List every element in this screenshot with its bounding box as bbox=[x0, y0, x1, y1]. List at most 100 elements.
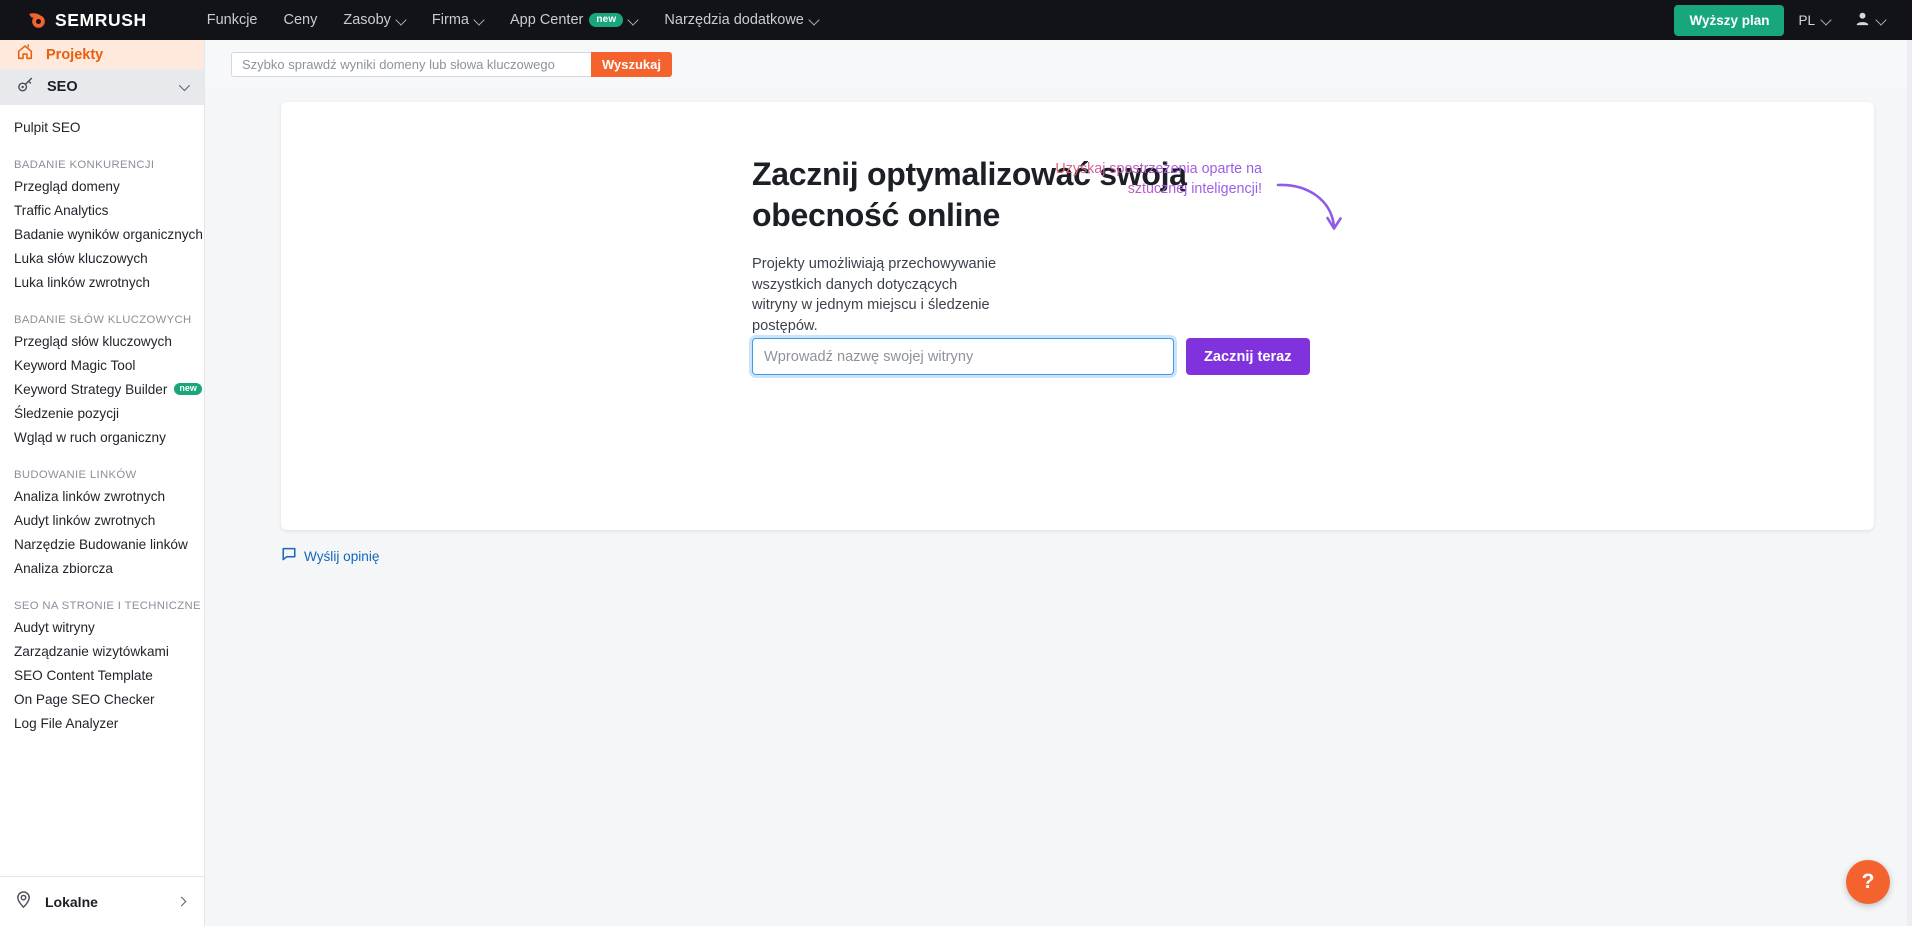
sidebar-item-label: Audyt witryny bbox=[14, 619, 95, 635]
sidebar-item-label: Pulpit SEO bbox=[14, 119, 81, 135]
sidebar-item-analiza-zbiorcza[interactable]: Analiza zbiorcza bbox=[0, 556, 204, 580]
ai-insights-callout: Uzyskaj spostrzeżenia oparte na sztuczne… bbox=[1032, 159, 1262, 200]
sidebar-item-keyword-strategy-builder[interactable]: Keyword Strategy Builder new bbox=[0, 377, 204, 401]
sidebar-item-przeglad-slow-kluczowych[interactable]: Przegląd słów kluczowych bbox=[0, 329, 204, 353]
global-search-bar: Wyszukaj bbox=[205, 40, 1912, 88]
semrush-flame-icon bbox=[26, 9, 48, 31]
sidebar-item-analiza-linkow-zwrotnych[interactable]: Analiza linków zwrotnych bbox=[0, 484, 204, 508]
home-icon bbox=[16, 43, 34, 66]
language-label: PL bbox=[1798, 12, 1815, 28]
nav-item-firma[interactable]: Firma bbox=[419, 0, 497, 40]
sidebar-projects-label: Projekty bbox=[46, 46, 104, 63]
sidebar-item-lokalne[interactable]: Lokalne bbox=[0, 876, 204, 926]
site-name-input[interactable] bbox=[764, 348, 1162, 365]
semrush-logo[interactable]: SEMRUSH bbox=[26, 9, 147, 31]
top-nav-items: Funkcje Ceny Zasoby Firma App Center new… bbox=[194, 0, 832, 40]
scrollbar-track[interactable] bbox=[1907, 40, 1912, 926]
nav-item-ceny[interactable]: Ceny bbox=[271, 0, 331, 40]
sidebar-item-label: Wgląd w ruch organiczny bbox=[14, 429, 166, 445]
sidebar-item-label: SEO Content Template bbox=[14, 667, 153, 683]
sidebar-item-audyt-witryny[interactable]: Audyt witryny bbox=[0, 615, 204, 639]
semrush-logo-text: SEMRUSH bbox=[55, 9, 147, 30]
sidebar-item-pulpit-seo[interactable]: Pulpit SEO bbox=[0, 115, 204, 139]
sidebar-item-keyword-magic-tool[interactable]: Keyword Magic Tool bbox=[0, 353, 204, 377]
top-nav-right-cluster: Wyższy plan PL bbox=[1674, 0, 1894, 40]
sidebar-item-badanie-wynikow-organicznych[interactable]: Badanie wyników organicznych bbox=[0, 222, 204, 246]
upgrade-plan-button[interactable]: Wyższy plan bbox=[1674, 4, 1785, 36]
nav-item-zasoby[interactable]: Zasoby bbox=[330, 0, 419, 40]
nav-item-narzedzia-dodatkowe[interactable]: Narzędzia dodatkowe bbox=[651, 0, 831, 40]
search-input[interactable] bbox=[231, 51, 591, 77]
location-pin-icon bbox=[14, 890, 33, 914]
chevron-down-icon bbox=[397, 16, 406, 25]
site-input-wrapper[interactable] bbox=[752, 338, 1174, 375]
nav-item-label: Zasoby bbox=[343, 12, 391, 28]
sidebar-item-label: Zarządzanie wizytówkami bbox=[14, 643, 169, 659]
nav-item-label: Ceny bbox=[283, 12, 318, 28]
sidebar-item-seo[interactable]: SEO bbox=[0, 69, 204, 105]
sidebar-item-audyt-linkow-zwrotnych[interactable]: Audyt linków zwrotnych bbox=[0, 508, 204, 532]
sidebar-item-label: Keyword Strategy Builder bbox=[14, 381, 168, 397]
chevron-down-icon bbox=[810, 16, 819, 25]
sidebar-item-on-page-seo-checker[interactable]: On Page SEO Checker bbox=[0, 687, 204, 711]
sidebar-item-label: On Page SEO Checker bbox=[14, 691, 155, 707]
sidebar-item-sledzenie-pozycji[interactable]: Śledzenie pozycji bbox=[0, 401, 204, 425]
sidebar-item-label: Badanie wyników organicznych bbox=[14, 226, 203, 242]
hero-section: Zacznij optymalizować swoją obecność onl… bbox=[752, 154, 1432, 337]
sidebar-group-title: BADANIE KONKURENCJI bbox=[14, 159, 155, 171]
sidebar-item-label: Keyword Magic Tool bbox=[14, 357, 136, 373]
sidebar-item-label: Traffic Analytics bbox=[14, 202, 109, 218]
hero-description: Projekty umożliwiają przechowywanie wszy… bbox=[752, 255, 997, 335]
top-navigation-bar: SEMRUSH Funkcje Ceny Zasoby Firma App Ce… bbox=[0, 0, 1912, 40]
user-avatar-icon bbox=[1855, 11, 1870, 30]
nav-item-label: Firma bbox=[431, 12, 469, 28]
chevron-down-icon bbox=[475, 16, 484, 25]
search-button[interactable]: Wyszukaj bbox=[591, 51, 673, 77]
send-feedback-label: Wyślij opinię bbox=[304, 549, 380, 564]
nav-item-funkcje[interactable]: Funkcje bbox=[194, 0, 271, 40]
sidebar-item-label: Log File Analyzer bbox=[14, 715, 119, 731]
sidebar-item-traffic-analytics[interactable]: Traffic Analytics bbox=[0, 198, 204, 222]
sidebar-item-zarzadzanie-wizytowkami[interactable]: Zarządzanie wizytówkami bbox=[0, 639, 204, 663]
language-selector[interactable]: PL bbox=[1784, 13, 1845, 28]
sidebar-item-label: Przegląd domeny bbox=[14, 178, 120, 194]
sidebar-item-przeglad-domeny[interactable]: Przegląd domeny bbox=[0, 174, 204, 198]
sidebar-item-luka-slow-kluczowych[interactable]: Luka słów kluczowych bbox=[0, 246, 204, 270]
left-sidebar: Projekty SEO Pulpit SEO BADANIE KONKUREN… bbox=[0, 40, 205, 926]
sidebar-item-label: Luka słów kluczowych bbox=[14, 250, 148, 266]
site-entry-form: Zacznij teraz bbox=[752, 338, 1310, 375]
nav-item-label: App Center bbox=[509, 12, 584, 28]
sidebar-group-title: BADANIE SŁÓW KLUCZOWYCH bbox=[14, 314, 192, 326]
sidebar-item-label: Narzędzie Budowanie linków bbox=[14, 536, 188, 552]
sidebar-item-projekty[interactable]: Projekty bbox=[0, 40, 204, 69]
nav-item-label: Narzędzia dodatkowe bbox=[664, 12, 804, 28]
sidebar-item-narzedzie-budowanie-linkow[interactable]: Narzędzie Budowanie linków bbox=[0, 532, 204, 556]
search-wrapper: Wyszukaj bbox=[231, 51, 673, 77]
new-badge: new bbox=[174, 382, 202, 396]
sidebar-bottom-label: Lokalne bbox=[45, 893, 98, 910]
curved-arrow-icon bbox=[1275, 178, 1350, 253]
sidebar-item-wglad-w-ruch-organiczny[interactable]: Wgląd w ruch organiczny bbox=[0, 425, 204, 449]
sidebar-item-label: Analiza zbiorcza bbox=[14, 560, 113, 576]
chevron-down-icon bbox=[1877, 16, 1886, 25]
key-icon bbox=[16, 75, 35, 99]
sidebar-group-title: BUDOWANIE LINKÓW bbox=[14, 469, 137, 481]
help-button[interactable]: ? bbox=[1846, 860, 1890, 904]
sidebar-seo-label: SEO bbox=[47, 79, 78, 95]
user-account-menu[interactable] bbox=[1845, 11, 1894, 30]
sidebar-item-label: Przegląd słów kluczowych bbox=[14, 333, 172, 349]
chevron-right-icon[interactable] bbox=[176, 896, 187, 907]
nav-item-app-center[interactable]: App Center new bbox=[497, 0, 651, 40]
send-feedback-link[interactable]: Wyślij opinię bbox=[282, 547, 379, 566]
sidebar-item-label: Audyt linków zwrotnych bbox=[14, 512, 156, 528]
chevron-down-icon[interactable] bbox=[178, 79, 191, 92]
sidebar-item-label: Analiza linków zwrotnych bbox=[14, 488, 166, 504]
new-badge: new bbox=[589, 12, 624, 28]
start-now-button[interactable]: Zacznij teraz bbox=[1186, 338, 1310, 375]
projects-onboarding-card: Zacznij optymalizować swoją obecność onl… bbox=[281, 102, 1874, 530]
sidebar-item-seo-content-template[interactable]: SEO Content Template bbox=[0, 663, 204, 687]
speech-bubble-icon bbox=[282, 547, 296, 566]
sidebar-group-title: SEO NA STRONIE I TECHNICZNE bbox=[14, 600, 201, 612]
sidebar-item-luka-linkow-zwrotnych[interactable]: Luka linków zwrotnych bbox=[0, 270, 204, 294]
sidebar-item-log-file-analyzer[interactable]: Log File Analyzer bbox=[0, 711, 204, 735]
